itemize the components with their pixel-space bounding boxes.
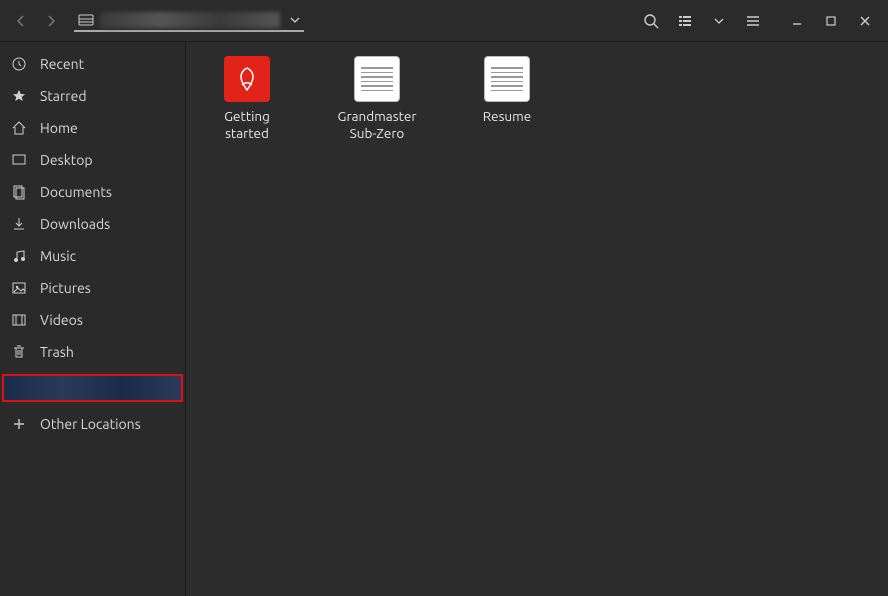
- home-icon: [10, 119, 28, 137]
- drive-icon: [78, 12, 94, 28]
- sidebar-item-label: Starred: [40, 88, 87, 104]
- path-dropdown-caret[interactable]: [290, 17, 300, 23]
- sidebar-item-label: Documents: [40, 184, 112, 200]
- downloads-icon: [10, 215, 28, 233]
- plus-icon: [10, 415, 28, 433]
- clock-icon: [10, 55, 28, 73]
- sidebar-item-label: Pictures: [40, 280, 91, 296]
- list-view-icon: [677, 13, 693, 29]
- maximize-button[interactable]: [814, 6, 848, 36]
- back-button[interactable]: [6, 6, 36, 36]
- file-label: Getting started: [202, 108, 292, 142]
- sidebar-item-label: Downloads: [40, 216, 110, 232]
- chevron-left-icon: [16, 14, 26, 28]
- videos-icon: [10, 311, 28, 329]
- search-icon: [643, 13, 659, 29]
- music-icon: [10, 247, 28, 265]
- file-item[interactable]: Resume: [462, 56, 552, 125]
- file-label: Grandmaster Sub-Zero: [332, 108, 422, 142]
- sidebar-item-label: Desktop: [40, 152, 93, 168]
- text-file-icon: [354, 56, 400, 102]
- pictures-icon: [10, 279, 28, 297]
- sidebar-item-other-locations[interactable]: Other Locations: [0, 408, 185, 440]
- sidebar-item-music[interactable]: Music: [0, 240, 185, 272]
- sidebar-item-videos[interactable]: Videos: [0, 304, 185, 336]
- sidebar-item-home[interactable]: Home: [0, 112, 185, 144]
- file-grid[interactable]: Getting started Grandmaster Sub-Zero Res…: [186, 42, 888, 596]
- sidebar-item-starred[interactable]: Starred: [0, 80, 185, 112]
- search-button[interactable]: [634, 6, 668, 36]
- view-list-button[interactable]: [668, 6, 702, 36]
- hamburger-menu-button[interactable]: [736, 6, 770, 36]
- sidebar-item-desktop[interactable]: Desktop: [0, 144, 185, 176]
- path-bar[interactable]: [74, 10, 304, 32]
- sidebar-item-label: Recent: [40, 56, 84, 72]
- hamburger-icon: [745, 13, 761, 29]
- sidebar-item-downloads[interactable]: Downloads: [0, 208, 185, 240]
- sidebar-item-redacted[interactable]: [2, 374, 183, 402]
- file-item[interactable]: Getting started: [202, 56, 292, 142]
- forward-button[interactable]: [36, 6, 66, 36]
- pdf-file-icon: [224, 56, 270, 102]
- sidebar-item-label: Music: [40, 248, 76, 264]
- sidebar-item-label: Trash: [40, 344, 74, 360]
- view-options-dropdown[interactable]: [702, 6, 736, 36]
- desktop-icon: [10, 151, 28, 169]
- sidebar-item-label: Videos: [40, 312, 83, 328]
- trash-icon: [10, 343, 28, 361]
- file-item[interactable]: Grandmaster Sub-Zero: [332, 56, 422, 142]
- sidebar-item-recent[interactable]: Recent: [0, 48, 185, 80]
- minimize-icon: [791, 15, 803, 27]
- sidebar-item-trash[interactable]: Trash: [0, 336, 185, 368]
- sidebar-item-documents[interactable]: Documents: [0, 176, 185, 208]
- documents-icon: [10, 183, 28, 201]
- file-label: Resume: [483, 108, 532, 125]
- minimize-button[interactable]: [780, 6, 814, 36]
- caret-down-icon: [290, 17, 300, 23]
- caret-down-icon: [714, 18, 724, 24]
- star-icon: [10, 87, 28, 105]
- sidebar-item-pictures[interactable]: Pictures: [0, 272, 185, 304]
- sidebar-item-label: Home: [40, 120, 78, 136]
- path-text-redacted: [100, 12, 280, 28]
- places-sidebar: Recent Starred Home Desktop Documents Do…: [0, 42, 186, 596]
- sidebar-item-label: Other Locations: [40, 416, 141, 432]
- close-button[interactable]: [848, 6, 882, 36]
- maximize-icon: [825, 15, 837, 27]
- chevron-right-icon: [46, 14, 56, 28]
- close-icon: [859, 15, 871, 27]
- text-file-icon: [484, 56, 530, 102]
